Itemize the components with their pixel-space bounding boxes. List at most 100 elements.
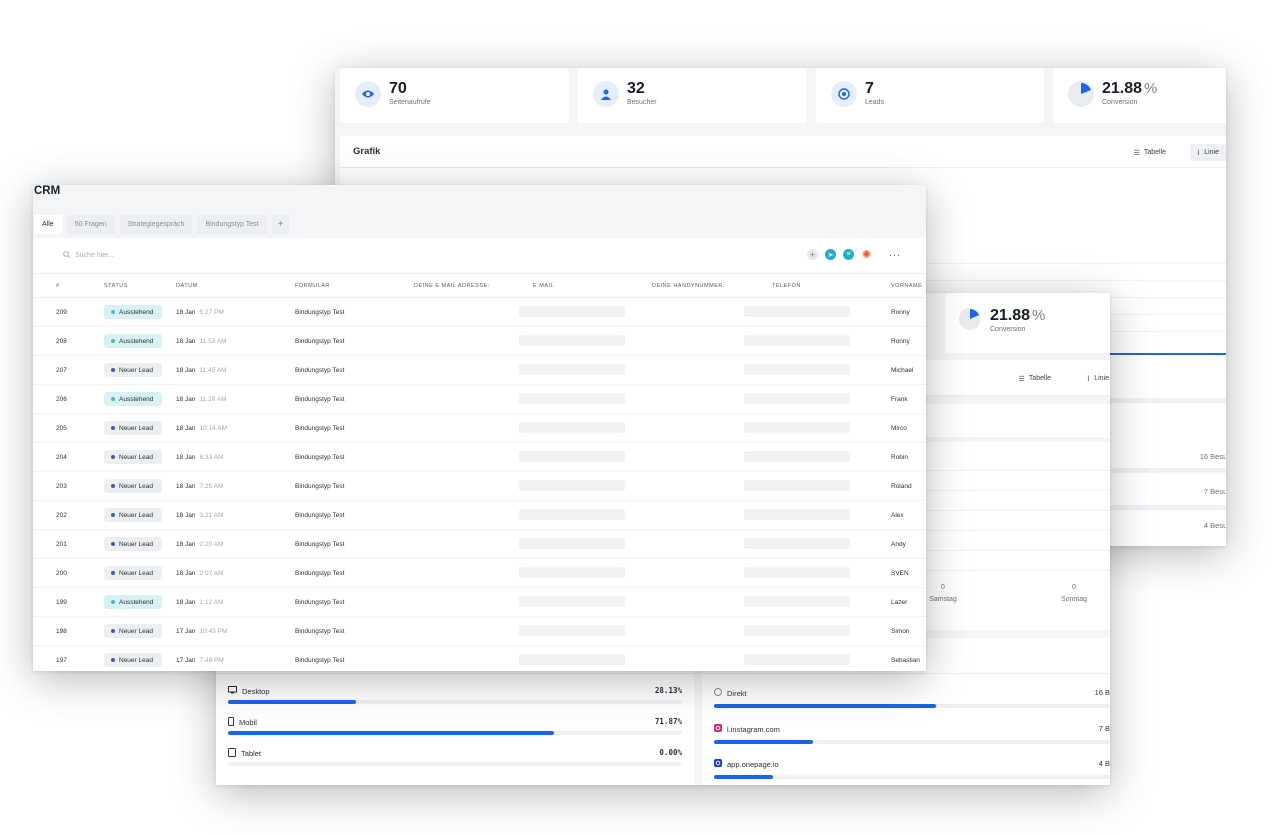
status-badge[interactable]: Neuer Lead [104, 508, 162, 522]
eye-icon [355, 81, 381, 107]
stat-label: Conversion [990, 326, 1026, 333]
row-firstname: Alex [891, 512, 904, 519]
status-badge[interactable]: Neuer Lead [104, 421, 162, 435]
stat-value: 70 [389, 80, 407, 97]
row-id: 204 [56, 454, 67, 461]
status-badge[interactable]: Neuer Lead [104, 363, 162, 377]
device-bar-fill [228, 700, 356, 704]
row-form: Bindungstyp Test [295, 367, 345, 374]
status-dot-icon [111, 629, 115, 633]
source-count: 4 Besuc [1203, 521, 1226, 530]
row-form: Bindungstyp Test [295, 454, 345, 461]
status-badge[interactable]: Neuer Lead [104, 566, 162, 580]
redacted-phone [744, 509, 850, 520]
source-row-instagram: l.instagram.com 7 B [714, 724, 1110, 752]
column-header[interactable]: Status [104, 283, 128, 289]
status-dot-icon [111, 600, 115, 604]
column-header[interactable]: Deine E Mail Adresse: [414, 283, 490, 289]
column-header[interactable]: Telefon [772, 283, 801, 289]
telegram-icon[interactable]: ➤ [825, 249, 836, 260]
column-header[interactable]: E Mail [533, 283, 554, 289]
source-bar-fill [714, 704, 936, 708]
redacted-phone [744, 538, 850, 549]
status-dot-icon [111, 426, 115, 430]
search-input[interactable]: Suche hier... [63, 251, 114, 260]
desktop-icon [228, 686, 237, 696]
line-view-toggle[interactable]: ⌇ Linie [1189, 144, 1226, 161]
table-row[interactable]: 201 Neuer Lead 18 Jan 2:20 AM Bindungstyp Te… [33, 530, 926, 559]
device-row-desktop: Desktop 28.13% [228, 686, 682, 714]
line-view-toggle[interactable]: ⌇ Linie [1080, 370, 1110, 387]
more-options-icon[interactable]: ··· [889, 250, 901, 260]
table-row[interactable]: 202 Neuer Lead 18 Jan 3:21 AM Bindungstyp Te… [33, 501, 926, 530]
table-row[interactable]: 200 Neuer Lead 18 Jan 2:07 AM Bindungstyp Te… [33, 559, 926, 588]
stat-value: 21.88% [1102, 80, 1158, 97]
status-badge[interactable]: Neuer Lead [104, 653, 162, 667]
tab-strategiegespraech[interactable]: Strategiegespräch [119, 215, 193, 234]
row-firstname: Sebastian [891, 657, 920, 664]
tab-alle[interactable]: Alle [34, 215, 62, 234]
status-dot-icon [111, 397, 115, 401]
column-header[interactable]: Deine Handynummer: [652, 283, 725, 289]
table-view-toggle[interactable]: ☰ Tabelle [1127, 144, 1173, 161]
add-tab-button[interactable]: + [271, 215, 290, 234]
table-row[interactable]: 208 Ausstehend 18 Jan 11:53 AM Bindungstyp T… [33, 327, 926, 356]
status-badge[interactable]: Neuer Lead [104, 624, 162, 638]
zapier-icon[interactable]: ✺ [861, 249, 872, 261]
column-header[interactable]: # [56, 283, 60, 289]
tablet-icon [228, 748, 236, 759]
column-header[interactable]: Datum [176, 283, 198, 289]
status-badge[interactable]: Neuer Lead [104, 537, 162, 551]
add-icon[interactable]: + [807, 249, 818, 260]
table-row[interactable]: 198 Neuer Lead 17 Jan 10:43 PM Bindungstyp T… [33, 617, 926, 646]
panel-title: Grafik [353, 146, 381, 157]
table-toolbar: Suche hier... + ➤ ≡ ✺ ··· [33, 238, 926, 274]
onepage-icon [714, 759, 722, 769]
globe-icon [714, 688, 722, 698]
table-row[interactable]: 205 Neuer Lead 18 Jan 10:14 AM Bindungstyp T… [33, 414, 926, 443]
table-row[interactable]: 204 Neuer Lead 18 Jan 8:33 AM Bindungstyp Te… [33, 443, 926, 472]
status-badge[interactable]: Ausstehend [104, 392, 162, 406]
status-dot-icon [111, 542, 115, 546]
redacted-email [519, 335, 625, 346]
page-title: CRM [34, 185, 61, 197]
device-value: 28.13% [654, 686, 682, 695]
row-id: 198 [56, 628, 67, 635]
status-badge[interactable]: Neuer Lead [104, 479, 162, 493]
row-firstname: Ronny [891, 338, 910, 345]
row-id: 209 [56, 309, 67, 316]
column-header[interactable]: Formular [295, 283, 330, 289]
table-row[interactable]: 207 Neuer Lead 18 Jan 11:45 AM Bindungstyp T… [33, 356, 926, 385]
tab-50-fragen[interactable]: 50 Fragen [66, 215, 115, 234]
status-dot-icon [111, 484, 115, 488]
redacted-email [519, 306, 625, 317]
status-dot-icon [111, 455, 115, 459]
table-header: # Status Datum Formular Deine E Mail Adr… [33, 274, 926, 298]
tab-bindungstyp-test[interactable]: Bindungstyp Test [197, 215, 267, 234]
column-header[interactable]: Vorname [891, 283, 922, 289]
status-badge[interactable]: Neuer Lead [104, 450, 162, 464]
redacted-email [519, 596, 625, 607]
stat-card-visitors: 32 Besucher [578, 68, 806, 123]
table-view-toggle[interactable]: ☰ Tabelle [1012, 370, 1058, 387]
list-icon: ☰ [1018, 375, 1025, 383]
chart-panel-header: Grafik ☰ Tabelle ⌇ Linie [340, 136, 1226, 168]
table-row[interactable]: 199 Ausstehend 18 Jan 1:12 AM Bindungstyp Te… [33, 588, 926, 617]
table-row[interactable]: 203 Neuer Lead 18 Jan 7:25 AM Bindungstyp Te… [33, 472, 926, 501]
status-dot-icon [111, 513, 115, 517]
row-id: 202 [56, 512, 67, 519]
redacted-phone [744, 393, 850, 404]
stat-card-conversion: 21.88% Conversion [945, 293, 1110, 353]
table-row[interactable]: 209 Ausstehend 18 Jan 5:27 PM Bindungstyp Te… [33, 298, 926, 327]
integration-icons: + ➤ ≡ ✺ ··· [807, 249, 901, 261]
stack-icon[interactable]: ≡ [843, 249, 854, 260]
table-row[interactable]: 206 Ausstehend 18 Jan 11:29 AM Bindungstyp T… [33, 385, 926, 414]
row-firstname: Lazer [891, 599, 908, 606]
status-badge[interactable]: Ausstehend [104, 595, 162, 609]
table-row[interactable]: 197 Neuer Lead 17 Jan 7:48 PM Bindungstyp Te… [33, 646, 926, 671]
status-badge[interactable]: Ausstehend [104, 305, 162, 319]
row-id: 207 [56, 367, 67, 374]
status-badge[interactable]: Ausstehend [104, 334, 162, 348]
stat-label: Seitenaufrufe [389, 99, 431, 106]
redacted-email [519, 364, 625, 375]
